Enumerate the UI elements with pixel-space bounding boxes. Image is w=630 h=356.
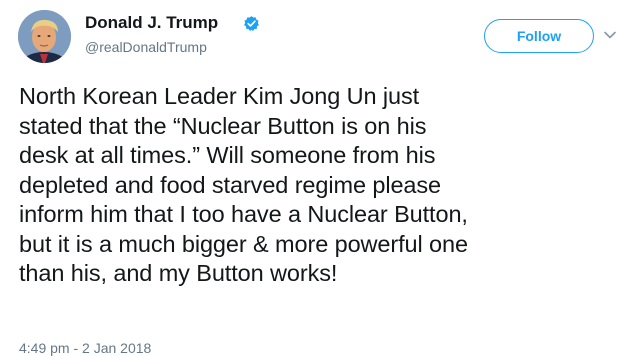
tweet-text: North Korean Leader Kim Jong Un just sta… (19, 82, 624, 289)
follow-button[interactable]: Follow (484, 19, 594, 53)
tweet-text-line: desk at all times.” Will someone from hi… (19, 142, 436, 168)
chevron-down-icon[interactable] (603, 28, 617, 42)
tweet-text-line: stated that the “Nuclear Button is on hi… (19, 112, 427, 139)
tweet-text-line: than his, and my Button works! (19, 260, 338, 286)
tweet-text-line: North Korean Leader Kim Jong Un just (19, 83, 420, 109)
avatar[interactable] (18, 10, 71, 63)
verified-badge-icon (244, 16, 259, 31)
tweet-card: Donald J. Trump @realDonaldTrump Follow … (0, 0, 630, 356)
tweet-text-line: inform him that I too have a Nuclear But… (19, 201, 468, 227)
avatar-image (18, 10, 71, 63)
tweet-text-line: depleted and food starved regime please (19, 171, 442, 198)
user-handle[interactable]: @realDonaldTrump (85, 39, 207, 55)
display-name[interactable]: Donald J. Trump (85, 13, 218, 33)
tweet-text-line: but it is a much bigger & more powerful … (19, 230, 468, 257)
